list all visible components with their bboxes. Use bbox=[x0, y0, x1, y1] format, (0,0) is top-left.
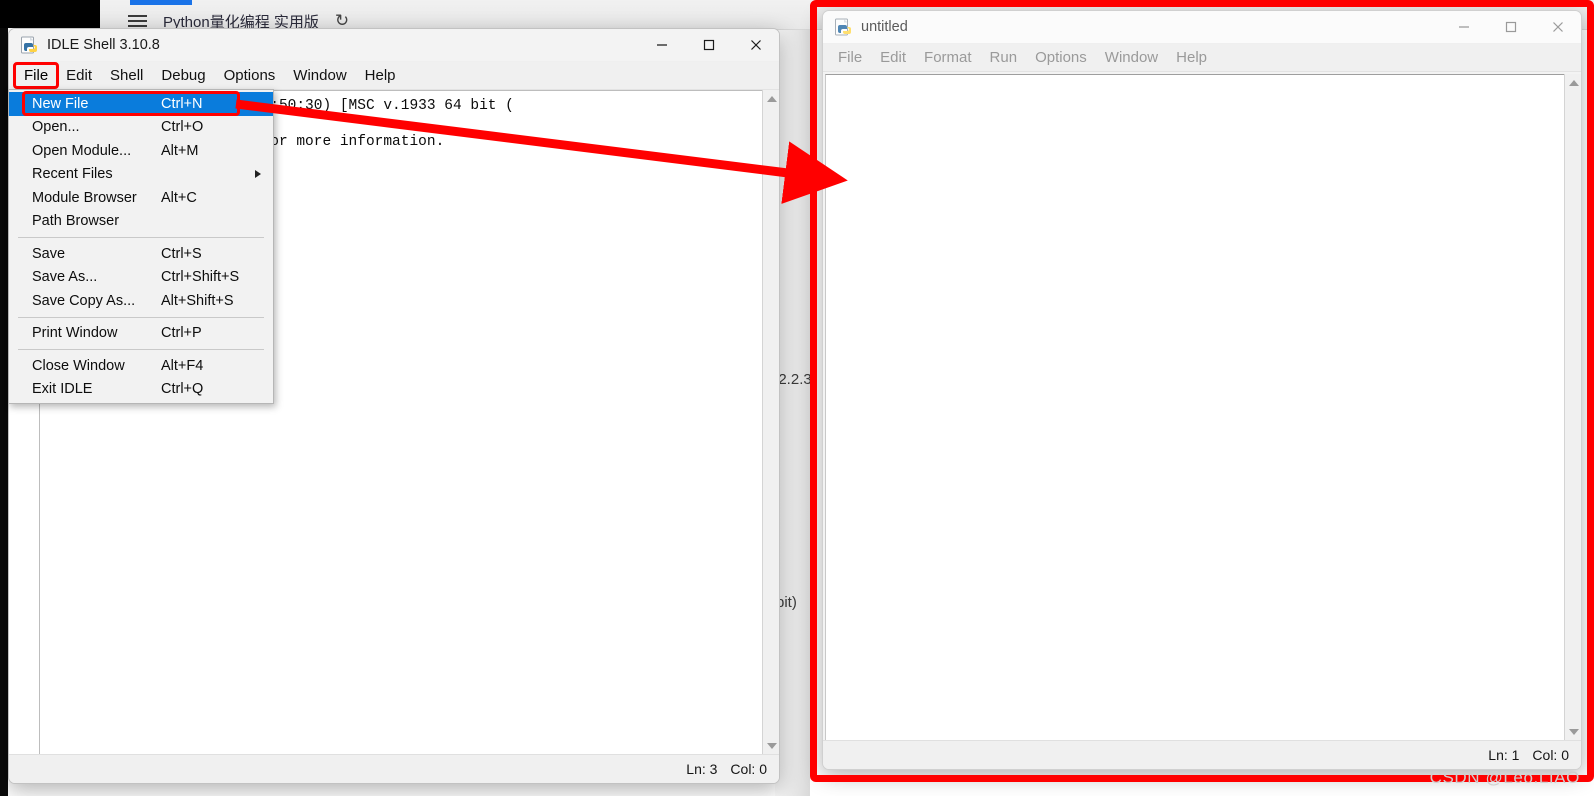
menu-option-exit-idle[interactable]: Exit IDLE Ctrl+Q bbox=[9, 378, 273, 402]
scroll-up-icon[interactable] bbox=[763, 90, 779, 107]
menu-option-shortcut: Ctrl+O bbox=[161, 119, 204, 136]
scroll-down-icon[interactable] bbox=[763, 737, 779, 754]
menu-option-shortcut: Alt+C bbox=[161, 189, 197, 206]
menu-option-label: Open... bbox=[32, 119, 80, 136]
menu-option-path-browser[interactable]: Path Browser bbox=[9, 210, 273, 234]
menu-separator bbox=[18, 316, 264, 318]
shell-line-indicator: Ln: 3 bbox=[686, 761, 718, 777]
menu-separator bbox=[18, 237, 264, 238]
menu-item-options[interactable]: Options bbox=[215, 64, 285, 87]
menu-option-open-module[interactable]: Open Module... Alt+M bbox=[9, 139, 273, 163]
background-console-panel bbox=[775, 30, 810, 796]
menu-option-label: Open Module... bbox=[32, 142, 132, 159]
menu-option-recent-files[interactable]: Recent Files bbox=[9, 163, 273, 187]
background-browser-tab[interactable] bbox=[130, 0, 192, 5]
idle-shell-menubar[interactable]: File Edit Shell Debug Options Window Help bbox=[9, 62, 779, 90]
menu-option-shortcut: Alt+M bbox=[161, 142, 199, 159]
menu-option-shortcut: Ctrl+N bbox=[161, 95, 203, 112]
menu-option-save-as[interactable]: Save As... Ctrl+Shift+S bbox=[9, 266, 273, 290]
menu-option-label: Module Browser bbox=[32, 189, 137, 206]
menu-separator bbox=[18, 349, 264, 350]
menu-option-new-file[interactable]: New File Ctrl+N bbox=[9, 92, 273, 116]
menu-option-label: Save As... bbox=[32, 269, 98, 286]
menu-option-close-window[interactable]: Close Window Alt+F4 bbox=[9, 354, 273, 378]
menu-option-open[interactable]: Open... Ctrl+O bbox=[9, 116, 273, 140]
menu-item-edit[interactable]: Edit bbox=[57, 64, 101, 87]
menu-item-shell[interactable]: Shell bbox=[101, 64, 152, 87]
maximize-icon[interactable] bbox=[685, 29, 732, 62]
menu-option-label: Print Window bbox=[32, 325, 118, 342]
menu-item-file[interactable]: File bbox=[12, 62, 60, 89]
menu-option-label: Exit IDLE bbox=[32, 381, 93, 398]
editor-window-highlight-box bbox=[810, 0, 1594, 782]
idle-shell-titlebar[interactable]: IDLE Shell 3.10.8 bbox=[9, 29, 779, 62]
minimize-icon[interactable] bbox=[638, 29, 685, 62]
chevron-right-icon bbox=[255, 170, 261, 179]
menu-option-shortcut: Ctrl+S bbox=[161, 245, 202, 262]
file-dropdown-menu[interactable]: New File Ctrl+N Open... Ctrl+O Open Module..… bbox=[8, 89, 274, 404]
menu-item-window[interactable]: Window bbox=[284, 64, 355, 87]
menu-option-shortcut: Alt+F4 bbox=[161, 357, 204, 374]
menu-option-label: Save bbox=[32, 245, 66, 262]
menu-option-label: Save Copy As... bbox=[32, 292, 136, 309]
menu-option-module-browser[interactable]: Module Browser Alt+C bbox=[9, 186, 273, 210]
menu-option-shortcut: Alt+Shift+S bbox=[161, 292, 234, 309]
menu-item-debug[interactable]: Debug bbox=[152, 64, 214, 87]
background-black-corner bbox=[0, 0, 100, 28]
background-left-edge-strip bbox=[0, 28, 8, 796]
menu-option-shortcut: Ctrl+Q bbox=[161, 381, 204, 398]
menu-option-shortcut: Ctrl+Shift+S bbox=[161, 269, 240, 286]
menu-option-print-window[interactable]: Print Window Ctrl+P bbox=[9, 322, 273, 346]
menu-option-label: New File bbox=[32, 95, 89, 112]
menu-option-label: Path Browser bbox=[32, 213, 120, 230]
menu-option-save-copy-as[interactable]: Save Copy As... Alt+Shift+S bbox=[9, 289, 273, 313]
menu-item-help[interactable]: Help bbox=[356, 64, 405, 87]
menu-option-save[interactable]: Save Ctrl+S bbox=[9, 242, 273, 266]
shell-col-indicator: Col: 0 bbox=[730, 761, 767, 777]
menu-option-label: Close Window bbox=[32, 357, 125, 374]
idle-shell-scrollbar[interactable] bbox=[762, 90, 779, 754]
python-file-icon bbox=[20, 36, 38, 54]
menu-option-label: Recent Files bbox=[32, 166, 113, 183]
idle-shell-window-controls[interactable] bbox=[638, 29, 779, 62]
idle-shell-statusbar: Ln: 3 Col: 0 bbox=[9, 754, 779, 783]
menu-option-shortcut: Ctrl+P bbox=[161, 325, 202, 342]
close-icon[interactable] bbox=[732, 29, 779, 62]
idle-shell-title: IDLE Shell 3.10.8 bbox=[47, 37, 160, 53]
